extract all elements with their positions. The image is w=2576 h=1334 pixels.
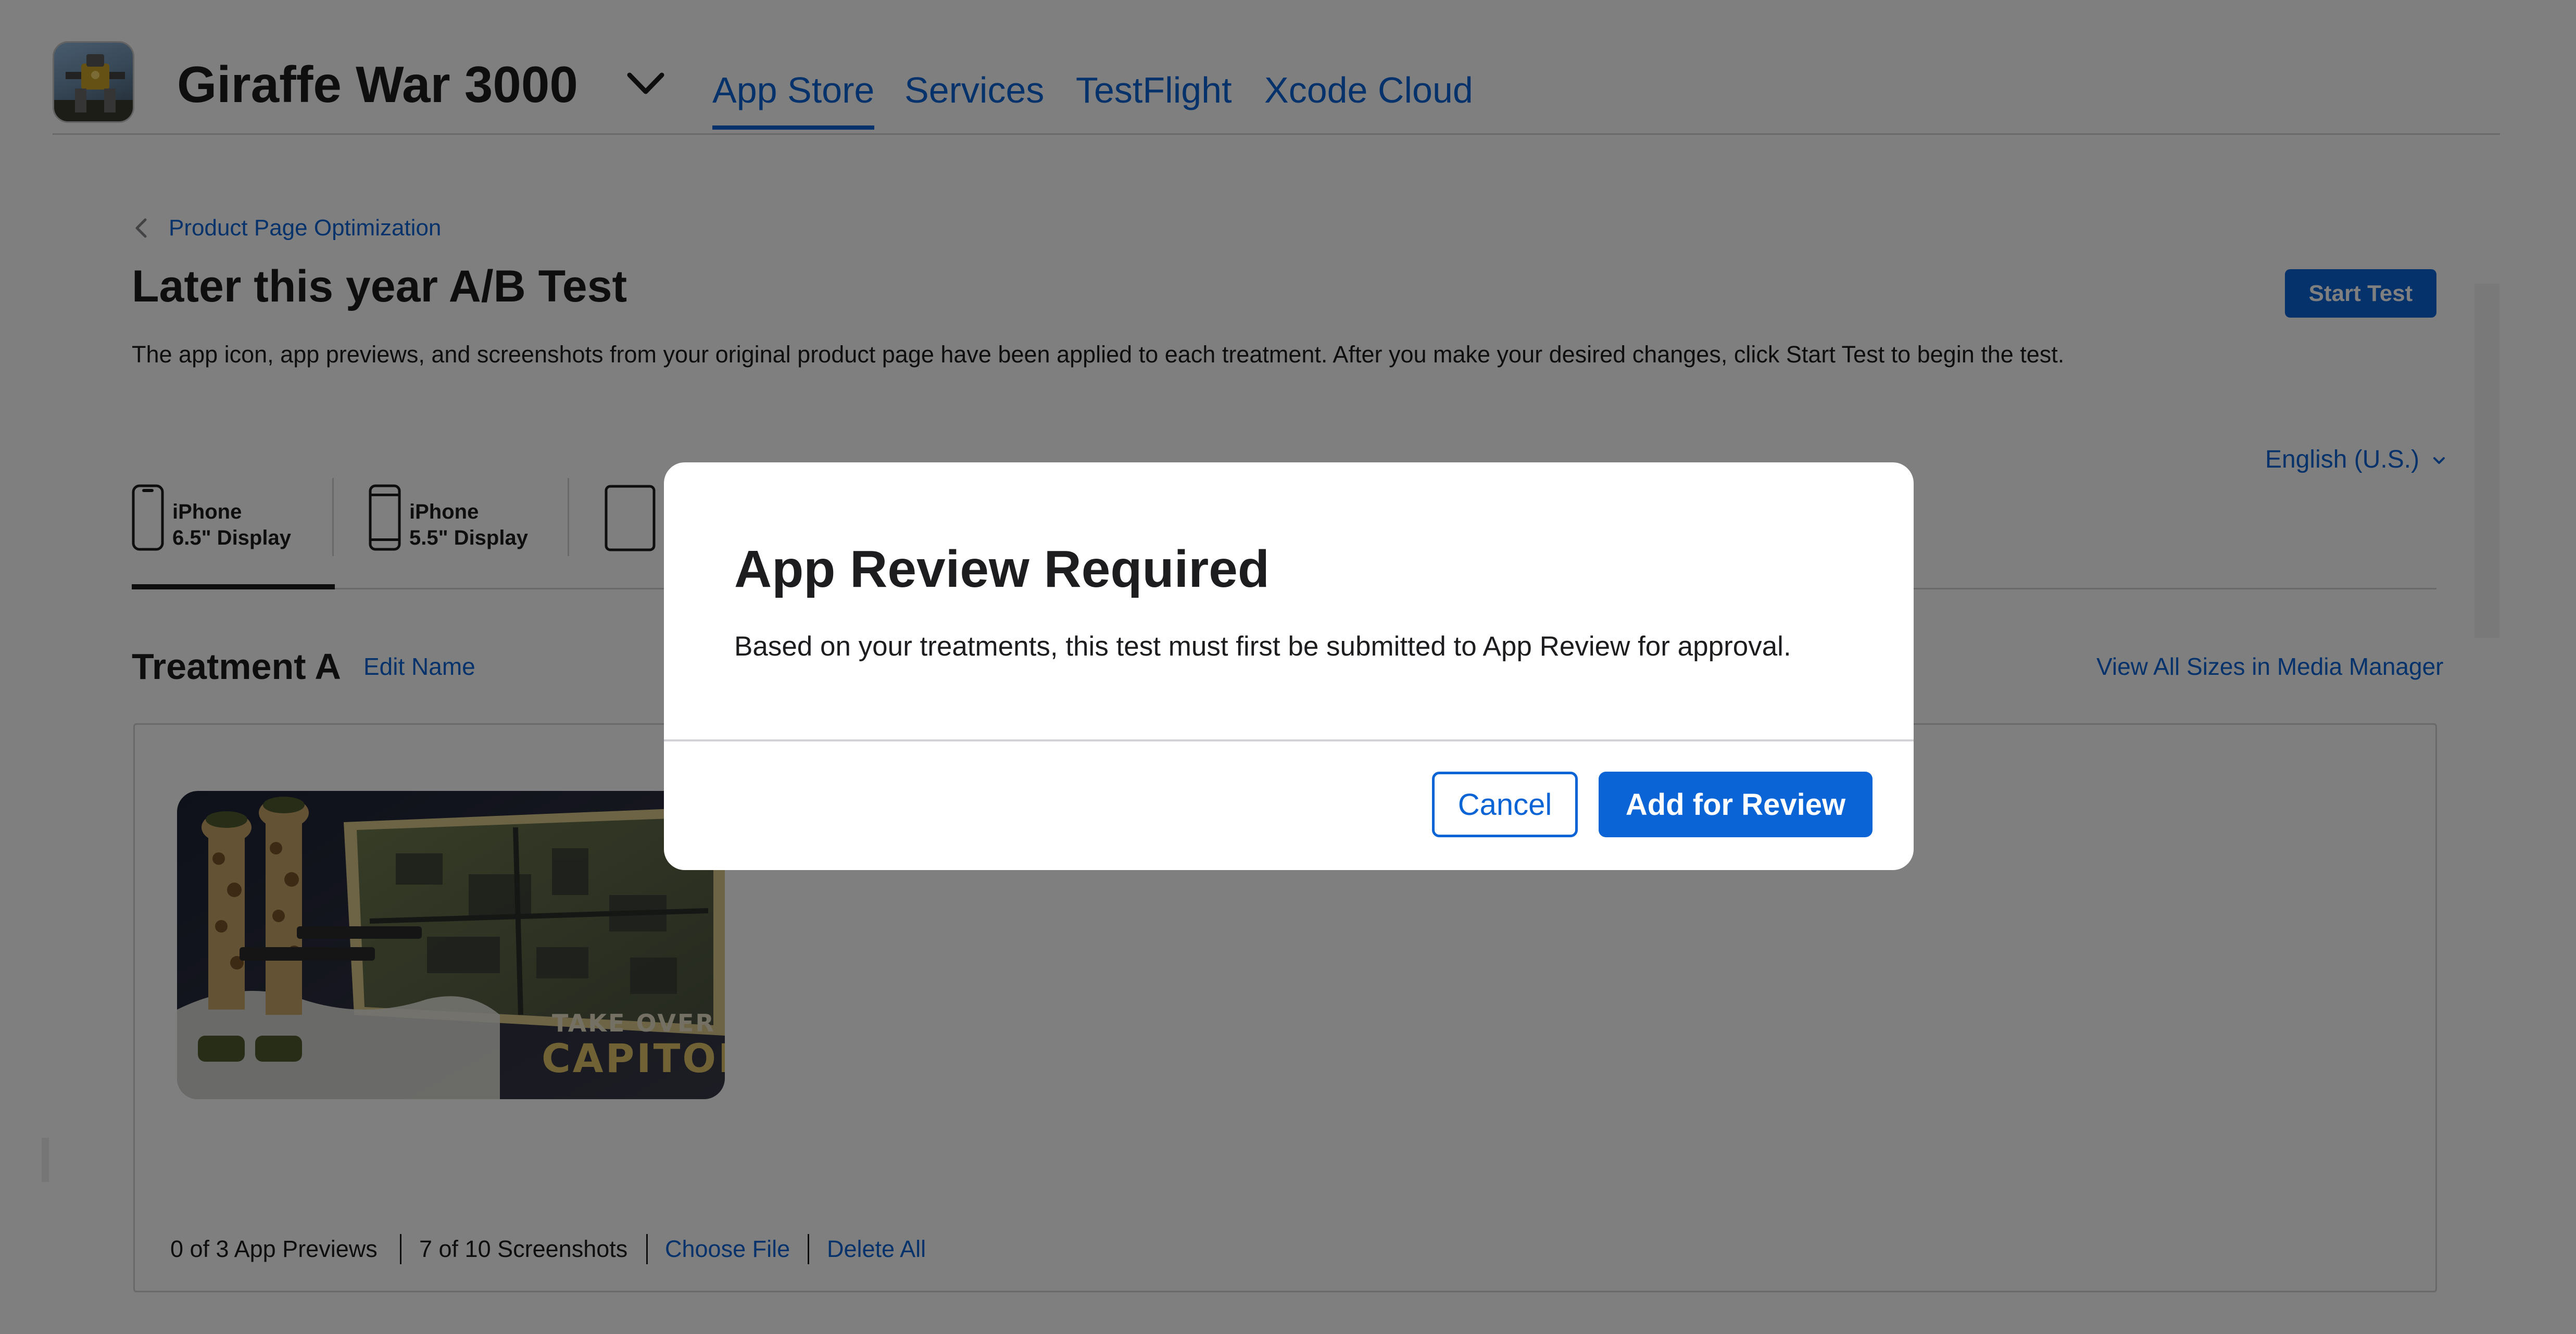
- page: Giraffe War 3000 App Store Services Test…: [0, 0, 2576, 1334]
- add-for-review-button[interactable]: Add for Review: [1599, 772, 1873, 837]
- cancel-button[interactable]: Cancel: [1432, 772, 1578, 837]
- dialog-title: App Review Required: [734, 540, 1270, 598]
- app-review-dialog: App Review Required Based on your treatm…: [664, 462, 1914, 870]
- dialog-message: Based on your treatments, this test must…: [734, 631, 1791, 662]
- dialog-divider: [664, 739, 1914, 741]
